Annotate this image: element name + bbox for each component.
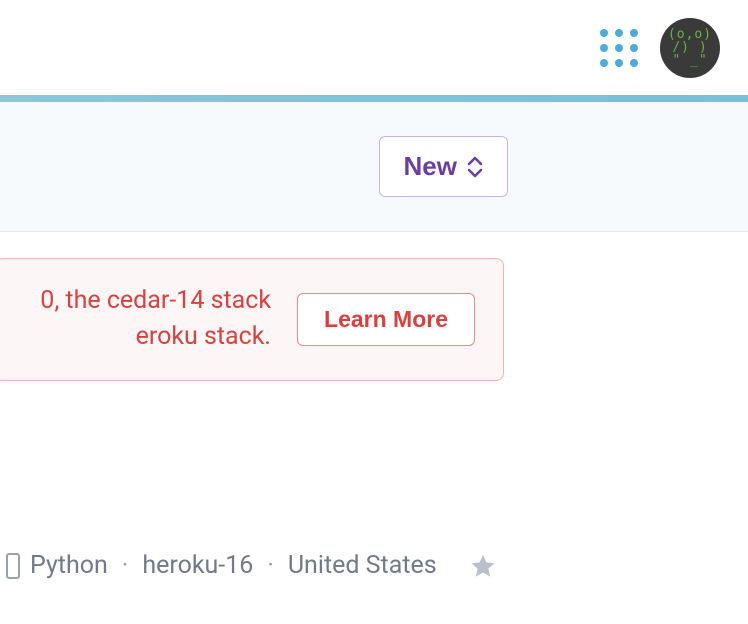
alert-text: 0, the cedar-14 stack eroku stack. — [0, 283, 271, 356]
dot-separator: · — [263, 551, 278, 580]
app-region: United States — [288, 551, 437, 580]
app-language: Python — [30, 551, 108, 580]
deprecation-alert: 0, the cedar-14 stack eroku stack. Learn… — [0, 258, 504, 381]
app-row[interactable]: Python · heroku-16 · United States — [0, 551, 497, 580]
alert-line-1: 0, the cedar-14 stack — [0, 283, 271, 319]
new-button-label: New — [404, 151, 457, 182]
favorite-star-icon[interactable] — [469, 552, 497, 580]
stack-icon — [6, 552, 20, 580]
chevron-up-down-icon — [467, 156, 483, 178]
learn-more-label: Learn More — [324, 306, 448, 332]
avatar[interactable]: (o,o) /) ) " _" — [660, 18, 720, 78]
accent-divider — [0, 95, 748, 102]
new-button[interactable]: New — [379, 136, 508, 197]
sub-header: New — [0, 102, 748, 232]
avatar-ascii-bot: " _" — [672, 54, 707, 67]
learn-more-button[interactable]: Learn More — [297, 293, 475, 346]
top-bar: (o,o) /) ) " _" — [0, 0, 748, 95]
alert-zone: 0, the cedar-14 stack eroku stack. Learn… — [0, 232, 748, 407]
dot-separator: · — [118, 551, 133, 580]
alert-line-2: eroku stack. — [0, 319, 271, 355]
app-stack: heroku-16 — [142, 551, 253, 580]
apps-grid-icon[interactable] — [600, 29, 638, 67]
